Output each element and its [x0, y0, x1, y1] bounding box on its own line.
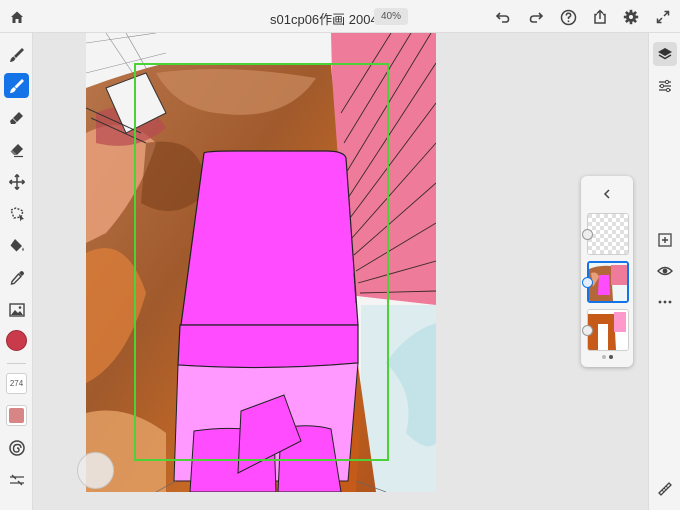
- chair-back: [180, 150, 359, 326]
- brush-settings-swatch[interactable]: [6, 405, 27, 426]
- layer-visibility-toggle-selected[interactable]: [582, 277, 593, 288]
- share-icon[interactable]: [589, 6, 611, 28]
- home-icon[interactable]: [6, 6, 28, 28]
- help-icon[interactable]: [557, 6, 579, 28]
- transform-icon[interactable]: [4, 169, 29, 194]
- artwork: [86, 33, 436, 492]
- fullscreen-icon[interactable]: [652, 6, 674, 28]
- chair-seat-band: [177, 324, 359, 369]
- undo-icon[interactable]: [492, 6, 514, 28]
- left-toolbar: 274: [0, 33, 33, 510]
- eraser-icon[interactable]: [4, 137, 29, 162]
- layer-thumbnail-empty[interactable]: [587, 213, 629, 255]
- brush-size-readout[interactable]: 274: [6, 373, 27, 394]
- add-layer-icon[interactable]: [653, 228, 677, 252]
- visibility-icon[interactable]: [653, 259, 677, 283]
- layer-thumbnail-base[interactable]: [587, 309, 629, 351]
- more-options-icon[interactable]: [653, 290, 677, 314]
- page-indicator-dot-active: [609, 355, 613, 359]
- layer-properties-icon[interactable]: [653, 74, 677, 98]
- toolbar-divider: [7, 363, 26, 364]
- image-icon[interactable]: [4, 297, 29, 322]
- chevron-left-icon[interactable]: [598, 185, 616, 203]
- brush-swatch-color: [9, 408, 24, 423]
- layers-icon[interactable]: [653, 42, 677, 66]
- layer-thumbnail-painting[interactable]: [587, 261, 629, 303]
- brush-icon[interactable]: [4, 73, 29, 98]
- eyedropper-icon[interactable]: [4, 265, 29, 290]
- layer-visibility-toggle[interactable]: [582, 229, 593, 240]
- top-bar: s01cp06作画 200428 40%: [0, 0, 680, 33]
- page-indicator-dot: [602, 355, 606, 359]
- current-color-swatch[interactable]: [6, 330, 27, 351]
- layers-panel: [581, 176, 633, 367]
- lasso-selection-icon[interactable]: [4, 201, 29, 226]
- touch-shortcut-button[interactable]: [77, 452, 114, 489]
- gear-icon[interactable]: [620, 6, 642, 28]
- layer-visibility-toggle[interactable]: [582, 325, 593, 336]
- drawing-canvas[interactable]: [86, 33, 436, 492]
- ruler-icon[interactable]: [653, 477, 677, 501]
- brush-settings-icon[interactable]: [4, 467, 29, 492]
- redo-icon[interactable]: [525, 6, 547, 28]
- right-toolbar: [648, 33, 680, 510]
- eraser-brush-icon[interactable]: [4, 105, 29, 130]
- zoom-level[interactable]: 40%: [374, 8, 408, 25]
- pixel-brush-icon[interactable]: [4, 42, 29, 67]
- spiral-icon[interactable]: [4, 435, 29, 460]
- fill-icon[interactable]: [4, 233, 29, 258]
